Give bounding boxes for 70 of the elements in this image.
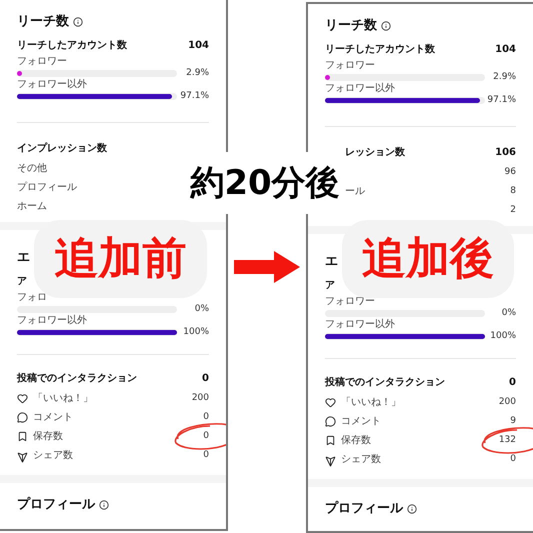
section-title: リーチ数: [325, 17, 377, 36]
row-label: その他: [17, 162, 47, 176]
interaction-value: 0: [203, 430, 209, 443]
interaction-value: 0: [203, 448, 209, 462]
comment-icon: [325, 416, 336, 427]
percent-reading: 100%: [490, 330, 516, 343]
interaction-value: 0: [203, 410, 209, 424]
row-label: ール: [345, 185, 365, 199]
interaction-value: 132: [498, 434, 516, 447]
interaction-value: 200: [192, 392, 209, 405]
stat-value: 106: [495, 146, 516, 160]
bookmark-icon: [17, 431, 28, 442]
interaction-label: 保存数: [341, 434, 371, 448]
interaction-label: コメント: [341, 415, 381, 429]
stat-label: 投稿でのインタラクション: [17, 372, 137, 386]
bar-label: フォロ: [17, 292, 48, 304]
comment-icon: [17, 412, 28, 423]
info-icon[interactable]: [407, 504, 417, 514]
bar-label: フォロワー以外: [325, 319, 396, 331]
percent-reading: 2.9%: [493, 70, 516, 84]
interaction-value: 9: [510, 414, 516, 428]
stat-value: 0: [202, 372, 209, 386]
stat-label: リーチしたアカウント数: [325, 42, 435, 56]
percent-reading: 0%: [194, 302, 209, 316]
section-title: プロフィール: [325, 500, 403, 518]
stat-label: レッション数: [345, 146, 405, 160]
stat-label: 投稿でのインタラクション: [325, 376, 445, 390]
bar-label: フォロワー: [325, 60, 376, 72]
bookmark-icon: [325, 435, 336, 446]
arrow-icon: [234, 251, 300, 283]
interaction-label: コメント: [33, 411, 73, 425]
bar-label: フォロワー: [325, 296, 376, 308]
section-title: リーチ数: [17, 13, 69, 32]
section-title: エ: [17, 249, 30, 268]
bar-label: フォロワー: [17, 56, 68, 68]
interaction-label: シェア数: [33, 449, 73, 463]
bar-label: フォロワー以外: [325, 83, 396, 95]
stat-value: 104: [188, 38, 209, 52]
bar-label: フォロワー以外: [17, 315, 88, 327]
stat-value: 0: [509, 376, 516, 390]
bar-label: フォロワー以外: [17, 79, 88, 91]
row-value: 2: [510, 204, 516, 217]
info-icon[interactable]: [381, 21, 391, 31]
interaction-label: シェア数: [341, 453, 381, 467]
row-value: 8: [510, 184, 516, 198]
interaction-label: 「いいね！」: [33, 392, 93, 406]
stat-label: ア: [17, 274, 27, 288]
row-label: プロフィール: [17, 180, 77, 195]
percent-reading: 97.1%: [487, 94, 516, 107]
section-title: プロフィール: [17, 496, 95, 514]
interaction-value: 200: [498, 396, 516, 409]
percent-reading: 97.1%: [180, 90, 209, 103]
percent-reading: 100%: [183, 326, 209, 339]
interaction-value: 0: [510, 452, 516, 466]
percent-reading: 0%: [502, 306, 516, 320]
stat-label: ア: [325, 278, 335, 292]
after-label: 追加後: [342, 220, 514, 298]
info-icon[interactable]: [99, 500, 109, 510]
row-label: ホーム: [17, 200, 47, 214]
stat-value: 104: [495, 42, 516, 56]
percent-reading: 2.9%: [186, 66, 209, 80]
stat-label: リーチしたアカウント数: [17, 38, 127, 52]
interaction-label: 保存数: [33, 430, 63, 444]
heart-icon: [17, 393, 28, 404]
row-value: 96: [504, 166, 516, 179]
interaction-label: 「いいね！」: [341, 396, 401, 410]
heart-icon: [325, 397, 336, 408]
section-title: エ: [325, 253, 338, 272]
info-icon[interactable]: [73, 17, 83, 27]
stat-label: インプレッション数: [17, 141, 107, 156]
